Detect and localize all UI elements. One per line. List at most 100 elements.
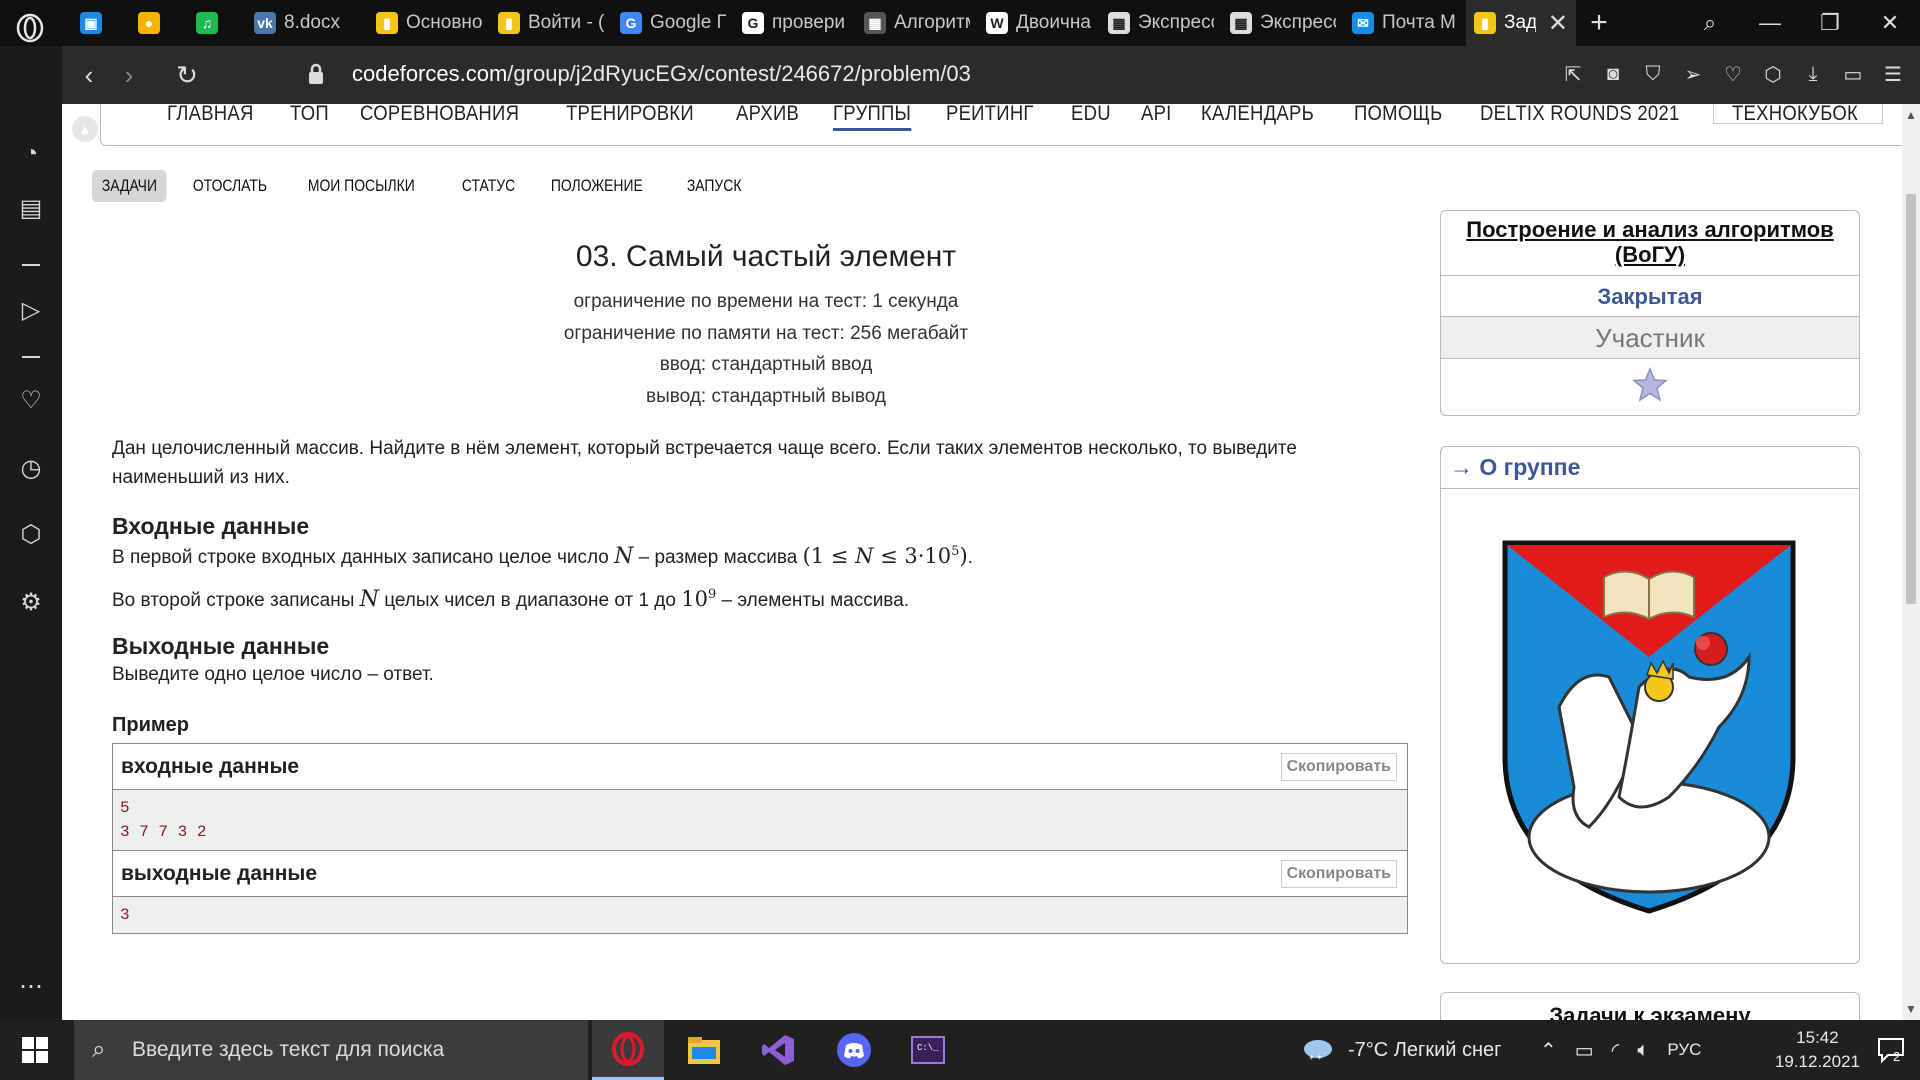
new-tab-icon[interactable]: +	[1576, 0, 1622, 46]
copy-output-button[interactable]: Скопировать	[1280, 860, 1397, 888]
shield-icon[interactable]: ⛉	[1640, 60, 1666, 88]
scroll-down-icon[interactable]: ▼	[1905, 1002, 1917, 1016]
page-scrollbar[interactable]: ▲ ▼	[1902, 104, 1920, 1020]
file-explorer-icon[interactable]	[668, 1020, 740, 1080]
tab-label: Двоична	[1016, 12, 1091, 33]
battery-icon[interactable]: ▭	[1575, 1038, 1594, 1063]
close-tab-icon[interactable]: ✕	[1548, 9, 1568, 38]
browser-tab[interactable]: ▮ Основно	[368, 0, 490, 46]
exam-tasks-title[interactable]: Задачи к экзамену	[1441, 993, 1859, 1020]
search-icon: ⌕	[92, 1036, 106, 1063]
group-title-link[interactable]: Построение и анализ алгоритмов (ВоГУ)	[1441, 211, 1859, 267]
menu-item[interactable]: EDU	[1071, 104, 1111, 131]
browser-tab[interactable]: W Двоична	[978, 0, 1100, 46]
notification-center-icon[interactable]: 2	[1876, 1036, 1906, 1064]
visual-studio-icon[interactable]	[742, 1020, 814, 1080]
windows-start-icon[interactable]	[0, 1020, 70, 1080]
contest-menu-item[interactable]: ОТОСЛАТЬ	[183, 170, 277, 202]
browser-tab[interactable]: ▦ Экспресс	[1100, 0, 1222, 46]
url-field[interactable]: codeforces.com/group/j2dRyucEGx/contest/…	[352, 61, 971, 87]
chevron-up-icon[interactable]: ⌃	[1540, 1038, 1557, 1063]
example-output: 3	[113, 897, 1407, 933]
contest-menu-item[interactable]: ЗАПУСК	[677, 170, 751, 202]
reload-icon[interactable]: ↻	[172, 60, 202, 90]
notification-count: 2	[1893, 1049, 1901, 1064]
menu-item[interactable]: СОРЕВНОВАНИЯ	[360, 104, 519, 131]
contest-menu-item[interactable]: ПОЛОЖЕНИЕ	[541, 170, 653, 202]
menu-item[interactable]: API	[1141, 104, 1172, 131]
browser-tab-strip: ▣ ● ♫ vk 8.docx ▮ Основно ▮ Войти - (G Google П Gп…	[0, 0, 1920, 46]
close-window-icon[interactable]: ✕	[1860, 0, 1920, 46]
menu-item[interactable]: ГРУППЫ	[832, 104, 911, 131]
settings-icon[interactable]: ⚙	[15, 586, 47, 618]
browser-tab[interactable]: ▮ Войти - (	[490, 0, 612, 46]
wikipedia-icon: W	[986, 12, 1008, 34]
search-tabs-icon[interactable]: ⌕	[1680, 0, 1740, 46]
browser-tab[interactable]: G Google П	[612, 0, 734, 46]
input-spec-line-1: В первой строке входных данных записано …	[112, 544, 973, 569]
copy-input-button[interactable]: Скопировать	[1280, 753, 1397, 781]
menu-item[interactable]: ТОП	[290, 104, 329, 131]
browser-tab-active[interactable]: ▮ Задач ✕	[1466, 0, 1576, 46]
menu-item[interactable]: АРХИВ	[736, 104, 799, 131]
browser-tab[interactable]: ♫	[188, 0, 246, 46]
history-icon[interactable]: ◷	[15, 452, 47, 484]
wifi-icon[interactable]: ◜	[1612, 1038, 1620, 1063]
download-icon[interactable]: ⤓	[1800, 60, 1826, 88]
browser-tab[interactable]: ▣	[72, 0, 130, 46]
search-input[interactable]	[1713, 104, 1883, 124]
clock[interactable]: 15:42 19.12.2021	[1775, 1026, 1860, 1074]
speedometer-icon[interactable]: ◔	[15, 138, 47, 170]
player-icon[interactable]: ▷	[15, 294, 47, 326]
menu-item[interactable]: DELTIX ROUNDS 2021	[1480, 104, 1680, 131]
browser-tab[interactable]: ✉ Почта М	[1344, 0, 1466, 46]
cube-icon[interactable]: ⬡	[1760, 60, 1786, 88]
scrollbar-thumb[interactable]	[1906, 194, 1916, 604]
browser-tab[interactable]: ▦ Экспресс	[1222, 0, 1344, 46]
opera-taskbar-icon[interactable]	[592, 1020, 664, 1080]
language-indicator[interactable]: РУС	[1667, 1040, 1701, 1060]
briefcase-icon[interactable]: ▤	[15, 192, 47, 224]
forward-icon[interactable]: ›	[114, 60, 144, 90]
camera-icon[interactable]: ◙	[1600, 60, 1626, 88]
problem-limits: ограничение по времени на тест: 1 секунд…	[112, 286, 1420, 412]
back-icon[interactable]: ‹	[74, 60, 104, 90]
contest-menu-item[interactable]: СТАТУС	[452, 170, 525, 202]
browser-tab[interactable]: ▦ Алгоритм	[856, 0, 978, 46]
menu-item[interactable]: ТРЕНИРОВКИ	[566, 104, 694, 131]
spotify-icon: ♫	[196, 12, 218, 34]
minimize-icon[interactable]: —	[1740, 0, 1800, 46]
contest-menu-item[interactable]: МОИ ПОСЫЛКИ	[298, 170, 425, 202]
easy-setup-icon[interactable]: ☰	[1880, 60, 1906, 88]
browser-tab[interactable]: Gпровери	[734, 0, 856, 46]
heart-icon[interactable]: ♡	[1720, 60, 1746, 88]
time: 15:42	[1796, 1028, 1839, 1047]
battery-icon[interactable]: ▭	[1840, 60, 1866, 88]
heart-icon[interactable]: ♡	[15, 384, 47, 416]
menu-item[interactable]: РЕЙТИНГ	[946, 104, 1034, 131]
opera-menu-icon[interactable]	[12, 10, 48, 46]
scroll-up-icon[interactable]: ▲	[1905, 108, 1917, 122]
contest-menu-item[interactable]: ЗАДАЧИ	[92, 170, 167, 202]
about-group-link[interactable]: → О группе	[1441, 447, 1859, 489]
about-group-box: → О группе	[1440, 446, 1860, 964]
tab-label: Войти - (	[528, 12, 604, 33]
browser-tab[interactable]: ●	[130, 0, 188, 46]
restore-icon[interactable]: ❐	[1800, 0, 1860, 46]
cube-icon[interactable]: ⬡	[15, 518, 47, 550]
menu-item[interactable]: ГЛАВНАЯ	[167, 104, 254, 131]
group-status: Закрытая	[1441, 275, 1859, 316]
star-icon[interactable]	[1441, 358, 1859, 410]
send-icon[interactable]: ➢	[1680, 60, 1706, 88]
taskbar-search-input[interactable]: ⌕ Введите здесь текст для поиска	[74, 1020, 588, 1080]
discord-icon[interactable]	[818, 1020, 890, 1080]
weather-widget[interactable]: * * -7°C Легкий снег	[1300, 1020, 1501, 1080]
terminal-icon[interactable]: C:\_	[892, 1020, 964, 1080]
menu-item[interactable]: КАЛЕНДАРЬ	[1201, 104, 1314, 131]
volume-icon[interactable]: 🔈︎	[1637, 1039, 1649, 1062]
share-icon[interactable]: ⇱	[1560, 60, 1586, 88]
scroll-top-icon[interactable]: ▲	[72, 116, 98, 142]
browser-tab[interactable]: vk 8.docx	[246, 0, 368, 46]
more-icon[interactable]: ⋯	[15, 970, 47, 1002]
menu-item[interactable]: ПОМОЩЬ	[1354, 104, 1442, 131]
